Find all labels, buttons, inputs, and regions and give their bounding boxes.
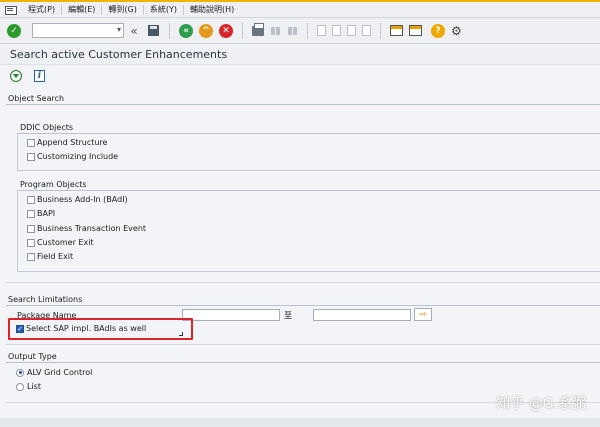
find-icon[interactable] bbox=[270, 25, 281, 36]
new-session-icon[interactable] bbox=[390, 25, 403, 36]
toolbar-separator bbox=[169, 23, 170, 39]
gear-icon[interactable]: ⚙ bbox=[451, 24, 462, 38]
execute-icon[interactable] bbox=[10, 70, 22, 82]
business-transaction-event-checkbox[interactable] bbox=[27, 225, 35, 233]
append-structure-row[interactable]: Append Structure bbox=[27, 138, 107, 147]
object-search-bottom bbox=[6, 282, 600, 283]
multiple-selection-icon[interactable]: ⇨ bbox=[414, 308, 432, 321]
business-add-in-row[interactable]: Business Add-In (BAdI) bbox=[27, 195, 128, 204]
exit-icon[interactable]: ^ bbox=[199, 24, 213, 38]
customizing-include-label: Customizing Include bbox=[37, 152, 118, 161]
list-row[interactable]: List bbox=[16, 382, 41, 391]
save-icon[interactable] bbox=[148, 25, 159, 36]
toolbar-separator bbox=[307, 23, 308, 39]
next-page-icon[interactable] bbox=[347, 25, 356, 36]
package-name-to-input[interactable] bbox=[313, 309, 411, 321]
toolbar-separator bbox=[242, 23, 243, 39]
append-structure-label: Append Structure bbox=[37, 138, 107, 147]
standard-toolbar: ✓ « « ^ ✕ ? ⚙ bbox=[0, 18, 600, 44]
application-toolbar: i bbox=[0, 66, 600, 86]
object-search-title: Object Search bbox=[8, 94, 64, 103]
select-sap-badis-checkbox[interactable]: ✓ bbox=[16, 325, 24, 333]
menu-list-icon[interactable] bbox=[4, 4, 18, 16]
page-title: Search active Customer Enhancements bbox=[0, 45, 600, 65]
help-icon[interactable]: ? bbox=[431, 24, 445, 38]
customer-exit-label: Customer Exit bbox=[37, 238, 94, 247]
append-structure-checkbox[interactable] bbox=[27, 139, 35, 147]
range-to-label: 至 bbox=[284, 310, 292, 321]
field-exit-checkbox[interactable] bbox=[27, 253, 35, 261]
back-icon[interactable]: « bbox=[179, 24, 193, 38]
menu-edit[interactable]: 編輯(E) bbox=[62, 5, 102, 15]
focus-corner-marks bbox=[179, 332, 183, 336]
search-limitations-title: Search Limitations bbox=[8, 295, 82, 304]
last-page-icon[interactable] bbox=[362, 25, 371, 36]
ddic-objects-title: DDIC Objects bbox=[20, 123, 73, 132]
bapi-label: BAPI bbox=[37, 209, 55, 218]
program-objects-title: Program Objects bbox=[20, 180, 87, 189]
toolbar-separator bbox=[380, 23, 381, 39]
menu-goto[interactable]: 轉到(G) bbox=[102, 5, 143, 15]
menu-program[interactable]: 程式(P) bbox=[22, 5, 62, 15]
output-type-title: Output Type bbox=[8, 352, 57, 361]
first-page-icon[interactable] bbox=[317, 25, 326, 36]
enter-check-icon[interactable]: ✓ bbox=[7, 24, 21, 38]
menu-bar: 程式(P) 編輯(E) 轉到(G) 系統(Y) 輔助說明(H) bbox=[0, 0, 600, 18]
cancel-icon[interactable]: ✕ bbox=[219, 24, 233, 38]
package-name-from-input[interactable] bbox=[182, 309, 280, 321]
field-exit-row[interactable]: Field Exit bbox=[27, 252, 73, 261]
customizing-include-row[interactable]: Customizing Include bbox=[27, 152, 118, 161]
search-limitations-rule bbox=[6, 305, 600, 306]
business-add-in-checkbox[interactable] bbox=[27, 196, 35, 204]
menu-system[interactable]: 系統(Y) bbox=[144, 5, 184, 15]
alv-grid-radio[interactable] bbox=[16, 369, 24, 377]
output-type-rule bbox=[6, 362, 600, 363]
field-exit-label: Field Exit bbox=[37, 252, 73, 261]
bapi-row[interactable]: BAPI bbox=[27, 209, 55, 218]
alv-grid-row[interactable]: ALV Grid Control bbox=[16, 368, 92, 377]
find-next-icon[interactable] bbox=[287, 25, 298, 36]
info-icon[interactable]: i bbox=[34, 70, 45, 82]
search-limitations-bottom bbox=[6, 344, 600, 345]
print-icon[interactable] bbox=[252, 26, 264, 36]
customizing-include-checkbox[interactable] bbox=[27, 153, 35, 161]
select-sap-badis-label: Select SAP impl. BAdIs as well bbox=[26, 324, 146, 333]
customer-exit-checkbox[interactable] bbox=[27, 239, 35, 247]
menu-help[interactable]: 輔助說明(H) bbox=[184, 5, 240, 15]
alv-grid-label: ALV Grid Control bbox=[27, 368, 92, 377]
watermark: 知乎 @G.系弼 bbox=[496, 393, 586, 413]
business-transaction-event-label: Business Transaction Event bbox=[37, 224, 146, 233]
double-left-arrow-icon[interactable]: « bbox=[127, 24, 141, 38]
list-radio[interactable] bbox=[16, 383, 24, 391]
list-label: List bbox=[27, 382, 41, 391]
shortcut-icon[interactable] bbox=[409, 25, 422, 36]
customer-exit-row[interactable]: Customer Exit bbox=[27, 238, 94, 247]
business-transaction-event-row[interactable]: Business Transaction Event bbox=[27, 224, 146, 233]
previous-page-icon[interactable] bbox=[332, 25, 341, 36]
bapi-checkbox[interactable] bbox=[27, 210, 35, 218]
status-bar bbox=[0, 418, 600, 427]
command-field[interactable] bbox=[32, 23, 124, 38]
business-add-in-label: Business Add-In (BAdI) bbox=[37, 195, 128, 204]
object-search-rule bbox=[6, 104, 600, 105]
select-sap-badis-row[interactable]: ✓ Select SAP impl. BAdIs as well bbox=[16, 324, 146, 333]
